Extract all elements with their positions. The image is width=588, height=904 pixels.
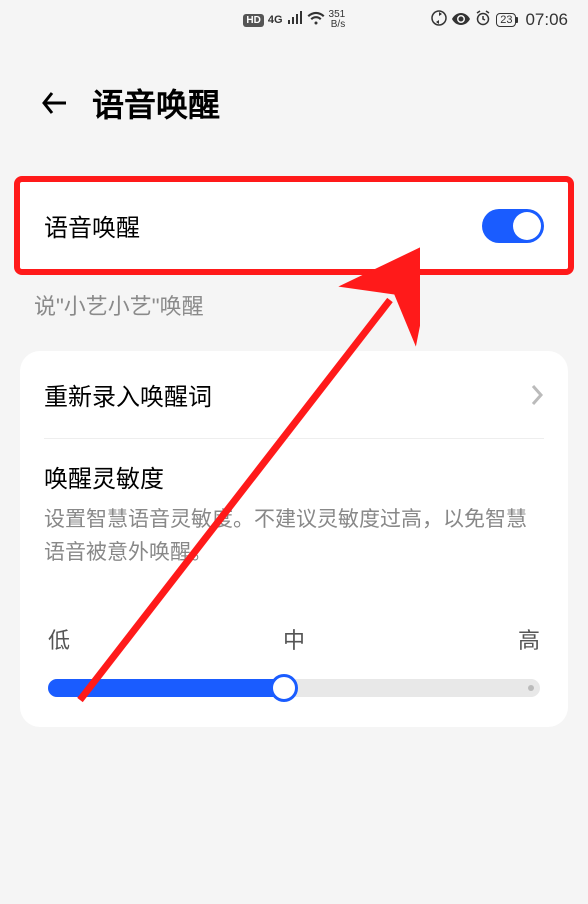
slider-label-high: 高 (518, 623, 540, 655)
voice-wake-toggle-row[interactable]: 语音唤醒 (20, 182, 568, 269)
slider-label-mid: 中 (283, 623, 305, 655)
re-record-label: 重新录入唤醒词 (44, 377, 212, 412)
settings-card: 重新录入唤醒词 唤醒灵敏度 设置智慧语音灵敏度。不建议灵敏度过高，以免智慧语音被… (20, 351, 568, 727)
wake-phrase-hint: 说"小艺小艺"唤醒 (0, 275, 588, 351)
back-arrow-icon[interactable] (40, 89, 68, 117)
sensitivity-slider[interactable] (20, 669, 568, 727)
voice-wake-switch[interactable] (482, 209, 544, 243)
alarm-icon (475, 10, 491, 30)
sensitivity-title: 唤醒灵敏度 (44, 459, 544, 494)
slider-track (48, 679, 540, 697)
hd-icon: HD (243, 14, 263, 27)
highlight-annotation-box: 语音唤醒 (14, 176, 574, 275)
battery-icon: 23 (496, 13, 516, 27)
chevron-right-icon (530, 383, 544, 407)
slider-labels-row: 低 中 高 (20, 599, 568, 669)
re-record-wake-word-row[interactable]: 重新录入唤醒词 (20, 351, 568, 438)
status-bar: HD 4G 351 B/s 23 07:06 (0, 0, 588, 40)
eye-icon (452, 12, 470, 29)
sensitivity-description: 设置智慧语音灵敏度。不建议灵敏度过高，以免智慧语音被意外唤醒。 (44, 504, 544, 569)
voice-wake-label: 语音唤醒 (44, 208, 140, 243)
slider-label-low: 低 (48, 623, 70, 655)
network-speed: 351 B/s (329, 10, 346, 30)
page-header: 语音唤醒 (0, 40, 588, 156)
slider-fill (48, 679, 284, 697)
signal-icon (287, 11, 303, 29)
slider-thumb[interactable] (270, 674, 298, 702)
sensitivity-section: 唤醒灵敏度 设置智慧语音灵敏度。不建议灵敏度过高，以免智慧语音被意外唤醒。 (20, 439, 568, 599)
sync-icon (431, 10, 447, 30)
wifi-icon (307, 11, 325, 29)
page-title: 语音唤醒 (92, 80, 220, 126)
network-4g-icon: 4G (268, 14, 283, 26)
clock-time: 07:06 (525, 10, 568, 30)
slider-tick-high (528, 685, 534, 691)
